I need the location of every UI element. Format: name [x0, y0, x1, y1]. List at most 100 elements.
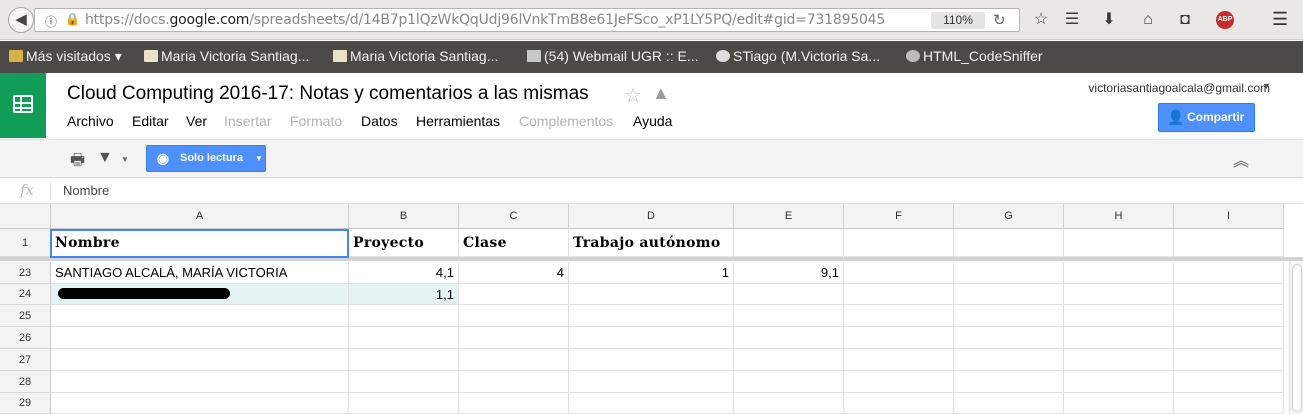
cell-a23[interactable]: SANTIAGO ALCALÁ, MARÍA VICTORIA [51, 262, 349, 284]
cell-b23[interactable]: 4,1 [349, 262, 459, 284]
pocket-icon[interactable]: ◘ [1174, 9, 1196, 31]
cell-c26[interactable] [459, 327, 569, 349]
cell-i24[interactable] [1174, 284, 1284, 305]
info-icon[interactable]: ⓘ [45, 13, 57, 30]
row-header-29[interactable]: 29 [0, 393, 51, 414]
cell-d24[interactable] [569, 284, 734, 305]
row-header-24[interactable]: 24 [0, 284, 51, 305]
cell-d23[interactable]: 1 [569, 262, 734, 284]
drive-icon[interactable]: ▲ [652, 83, 670, 104]
menu-herramientas[interactable]: Herramientas [416, 113, 500, 129]
cell-b29[interactable] [349, 393, 459, 414]
bookmark-item[interactable]: (54) Webmail UGR :: E... [527, 48, 699, 64]
share-button[interactable]: 👤 Compartir [1158, 103, 1255, 132]
cell-e26[interactable] [734, 327, 844, 349]
row-header-1[interactable]: 1 [0, 229, 51, 257]
cell-d28[interactable] [569, 371, 734, 393]
cell-f26[interactable] [844, 327, 954, 349]
back-arrow-icon[interactable]: ◀ [8, 7, 34, 33]
cell-c1[interactable]: Clase [459, 229, 569, 257]
cell-a26[interactable] [51, 327, 349, 349]
cell-i25[interactable] [1174, 305, 1284, 327]
column-header-d[interactable]: D [569, 204, 734, 229]
cell-g23[interactable] [954, 262, 1064, 284]
bookmark-item[interactable]: Maria Victoria Santiag... [333, 48, 498, 64]
row-header-28[interactable]: 28 [0, 371, 51, 393]
menu-formato[interactable]: Formato [290, 113, 342, 129]
cell-e27[interactable] [734, 349, 844, 371]
menu-ver[interactable]: Ver [186, 113, 207, 129]
cell-g26[interactable] [954, 327, 1064, 349]
reload-icon[interactable]: ↻ [993, 11, 1006, 29]
cell-d26[interactable] [569, 327, 734, 349]
cell-f24[interactable] [844, 284, 954, 305]
cell-e25[interactable] [734, 305, 844, 327]
freeze-divider[interactable] [0, 257, 1303, 261]
cell-e28[interactable] [734, 371, 844, 393]
cell-b27[interactable] [349, 349, 459, 371]
cell-h28[interactable] [1064, 371, 1174, 393]
cell-b26[interactable] [349, 327, 459, 349]
readonly-button[interactable]: ◉ Solo lectura ▼ [146, 145, 266, 172]
column-header-i[interactable]: I [1174, 204, 1284, 229]
cell-a27[interactable] [51, 349, 349, 371]
menu-editar[interactable]: Editar [132, 113, 169, 129]
cell-f1[interactable] [844, 229, 954, 257]
cell-g24[interactable] [954, 284, 1064, 305]
document-title[interactable]: Cloud Computing 2016-17: Notas y comenta… [67, 83, 589, 105]
vertical-scrollbar[interactable] [1289, 262, 1303, 414]
column-header-a[interactable]: A [51, 204, 349, 229]
adblock-icon[interactable]: ABP [1216, 11, 1234, 29]
bookmark-item[interactable]: Maria Victoria Santiag... [144, 48, 309, 64]
column-header-b[interactable]: B [349, 204, 459, 229]
url-bar[interactable]: ⓘ 🔒 https://docs.google.com/spreadsheets… [34, 8, 1020, 32]
cell-b1[interactable]: Proyecto [349, 229, 459, 257]
column-header-g[interactable]: G [954, 204, 1064, 229]
chevron-down-icon[interactable]: ▼ [121, 155, 129, 164]
cell-c25[interactable] [459, 305, 569, 327]
reading-list-icon[interactable]: ☰ [1061, 9, 1083, 31]
menu-ayuda[interactable]: Ayuda [633, 113, 672, 129]
cell-h1[interactable] [1064, 229, 1174, 257]
cell-e23[interactable]: 9,1 [734, 262, 844, 284]
cell-c29[interactable] [459, 393, 569, 414]
cell-h26[interactable] [1064, 327, 1174, 349]
cell-d27[interactable] [569, 349, 734, 371]
cell-b25[interactable] [349, 305, 459, 327]
url-text[interactable]: https://docs.google.com/spreadsheets/d/1… [85, 12, 885, 28]
cell-g28[interactable] [954, 371, 1064, 393]
print-icon[interactable]: 🖶 [70, 149, 85, 176]
cell-c28[interactable] [459, 371, 569, 393]
cell-i28[interactable] [1174, 371, 1284, 393]
menu-datos[interactable]: Datos [361, 113, 398, 129]
star-icon[interactable]: ☆ [624, 83, 642, 108]
cell-f28[interactable] [844, 371, 954, 393]
cell-g29[interactable] [954, 393, 1064, 414]
cell-h29[interactable] [1064, 393, 1174, 414]
cell-a25[interactable] [51, 305, 349, 327]
cell-e1[interactable] [734, 229, 844, 257]
scroll-thumb[interactable] [1292, 264, 1302, 412]
cell-i26[interactable] [1174, 327, 1284, 349]
row-header-26[interactable]: 26 [0, 327, 51, 349]
formula-input[interactable]: Nombre [63, 183, 109, 198]
bookmark-star-icon[interactable]: ☆ [1030, 9, 1052, 31]
cell-f23[interactable] [844, 262, 954, 284]
download-icon[interactable]: ⬇ [1098, 9, 1120, 31]
menu-insertar[interactable]: Insertar [224, 113, 271, 129]
cell-f29[interactable] [844, 393, 954, 414]
column-header-h[interactable]: H [1064, 204, 1174, 229]
cell-g27[interactable] [954, 349, 1064, 371]
filter-icon[interactable]: ▼ [97, 149, 113, 167]
row-header-27[interactable]: 27 [0, 349, 51, 371]
cell-f25[interactable] [844, 305, 954, 327]
home-icon[interactable]: ⌂ [1137, 9, 1159, 31]
row-header-25[interactable]: 25 [0, 305, 51, 327]
menu-archivo[interactable]: Archivo [67, 113, 114, 129]
menu-complementos[interactable]: Complementos [519, 113, 613, 129]
column-header-f[interactable]: F [844, 204, 954, 229]
cell-g1[interactable] [954, 229, 1064, 257]
sheets-logo-icon[interactable] [0, 73, 46, 138]
cell-f27[interactable] [844, 349, 954, 371]
bookmark-item[interactable]: STiago (M.Victoria Sa... [716, 48, 880, 64]
